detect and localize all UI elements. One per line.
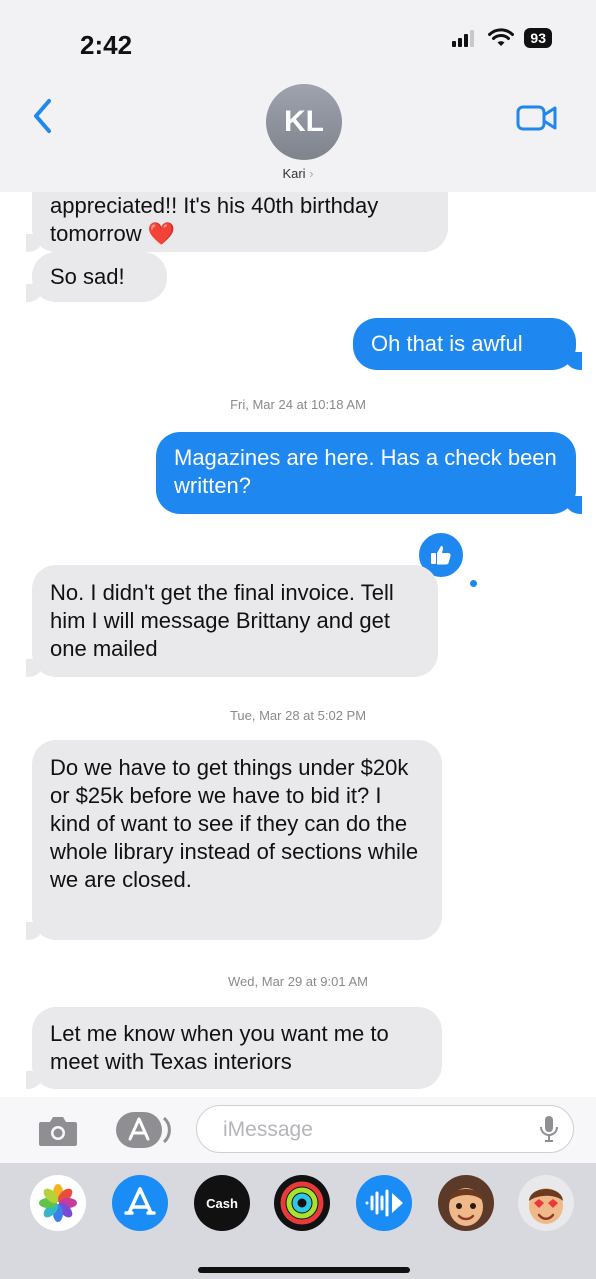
contact-name-button[interactable]: Kari › [0, 166, 596, 181]
message-incoming[interactable]: So sad! [26, 252, 167, 302]
tapback-tail [470, 580, 477, 587]
facetime-video-button[interactable] [516, 104, 558, 137]
avatar-initials: KL [284, 105, 324, 138]
cellular-signal-icon [452, 30, 475, 47]
camera-button[interactable] [34, 1111, 82, 1151]
battery-indicator: 93 [524, 28, 552, 48]
timestamp: Tue, Mar 28 at 5:02 PM [229, 708, 367, 723]
dictation-button[interactable] [539, 1114, 559, 1149]
timestamp: Fri, Mar 24 at 10:18 AM [230, 397, 366, 412]
contact-name: Kari [282, 166, 306, 181]
thumbs-up-icon [431, 546, 451, 565]
message-incoming[interactable]: Let me know when you want me to meet wit… [26, 1007, 442, 1089]
app-store-icon [116, 1112, 171, 1148]
video-camera-icon [516, 105, 557, 131]
wifi-icon [488, 28, 515, 46]
message-incoming[interactable]: Do we have to get things under $20k or $… [26, 740, 442, 940]
conversation-header: KL Kari › [0, 80, 596, 193]
apple-cash-button[interactable]: Cash [194, 1175, 250, 1231]
status-bar: 2:42 93 [0, 0, 596, 80]
microphone-icon [540, 1116, 558, 1142]
input-placeholder: iMessage [223, 1118, 313, 1141]
activity-app-button[interactable] [274, 1175, 330, 1231]
photos-app-button[interactable] [30, 1175, 86, 1231]
message-outgoing[interactable]: Magazines are here. Has a check been wri… [156, 432, 582, 514]
chevron-left-icon [34, 99, 51, 133]
audio-message-button[interactable] [356, 1175, 412, 1231]
memoji-icon [438, 1175, 494, 1231]
timestamp: Wed, Mar 29 at 9:01 AM [228, 974, 368, 989]
message-incoming[interactable]: No. I didn't get the final invoice. Tell… [26, 565, 438, 677]
memoji-stickers-icon [529, 1188, 563, 1224]
message-thread[interactable]: appreciated!! It's his 40th birthday tom… [0, 192, 596, 1097]
apple-cash-icon: Cash [206, 1195, 238, 1211]
memoji-stickers-button[interactable] [518, 1175, 574, 1231]
memoji-button[interactable] [438, 1175, 494, 1231]
imessage-app-drawer: Cash [0, 1163, 596, 1279]
home-indicator[interactable] [198, 1267, 410, 1273]
imessage-input[interactable]: iMessage [196, 1105, 574, 1153]
message-outgoing[interactable]: Oh that is awful [353, 318, 582, 370]
compose-bar: iMessage [0, 1097, 596, 1163]
contact-avatar[interactable]: KL [266, 84, 342, 160]
status-time: 2:42 [80, 30, 133, 60]
apps-button[interactable] [114, 1109, 172, 1151]
camera-icon [39, 1117, 77, 1146]
app-store-icon [124, 1187, 156, 1215]
back-button[interactable] [32, 98, 54, 139]
contact-chevron-icon: › [309, 166, 314, 181]
message-incoming[interactable]: appreciated!! It's his 40th birthday tom… [26, 192, 448, 252]
audio-message-icon [365, 1189, 403, 1217]
status-icons: 93 [452, 28, 552, 48]
activity-rings-icon [280, 1181, 324, 1225]
app-store-button[interactable] [112, 1175, 168, 1231]
photos-icon [39, 1184, 77, 1222]
